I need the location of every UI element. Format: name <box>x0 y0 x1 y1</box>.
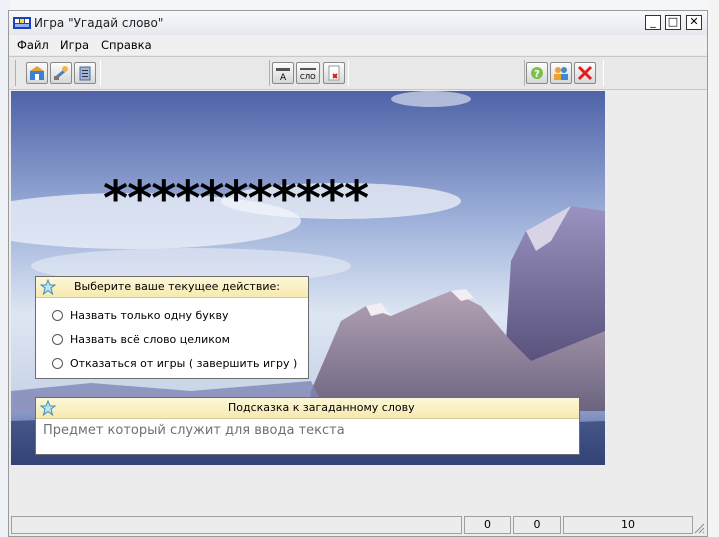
menu-file[interactable]: Файл <box>17 38 49 52</box>
option-give-up-label[interactable]: Отказаться от игры ( завершить игру ) <box>70 357 297 370</box>
maximize-button[interactable]: □ <box>665 15 681 30</box>
players-button[interactable] <box>550 62 572 84</box>
word-button[interactable]: СЛО <box>296 62 320 84</box>
resize-grip-icon[interactable] <box>693 522 705 534</box>
hint-text: Предмет который служит для ввода текста <box>43 423 345 438</box>
app-icon <box>13 17 31 29</box>
status-cell-2: 0 <box>513 516 561 534</box>
action-panel: Выберите ваше текущее действие: Назвать … <box>35 276 309 379</box>
action-panel-title: Выберите ваше текущее действие: <box>74 280 280 293</box>
radio-one-letter[interactable] <box>52 310 63 321</box>
menu-help[interactable]: Справка <box>101 38 152 52</box>
new-game-icon <box>30 66 44 80</box>
new-game-button[interactable] <box>26 62 48 84</box>
status-cell-1: 0 <box>464 516 511 534</box>
tools-button[interactable] <box>50 62 72 84</box>
radio-whole-word[interactable] <box>52 334 63 345</box>
tools-icon <box>54 66 68 80</box>
menu-game[interactable]: Игра <box>60 38 89 52</box>
window-title: Игра "Угадай слово" <box>34 16 164 30</box>
letter-a-icon: A <box>276 68 290 81</box>
status-cell-3: 10 <box>563 516 693 534</box>
svg-text:?: ? <box>534 69 540 80</box>
hint-panel-header: Подсказка к загаданному слову <box>36 398 579 419</box>
toolbar: A СЛО ? <box>9 56 707 90</box>
title-bar[interactable]: Игра "Угадай слово" _ □ ✕ <box>9 11 707 35</box>
star-icon <box>40 279 56 295</box>
hint-icon: ? <box>531 67 543 80</box>
action-panel-header: Выберите ваше текущее действие: <box>36 277 308 298</box>
word-icon: СЛО <box>300 68 316 81</box>
game-window: Игра "Угадай слово" _ □ ✕ Файл Игра Спра… <box>8 10 708 537</box>
status-bar: 0 0 10 <box>9 514 707 536</box>
hint-button[interactable]: ? <box>526 62 548 84</box>
menu-bar: Файл Игра Справка <box>9 35 707 55</box>
exit-button[interactable] <box>574 62 596 84</box>
option-one-letter-label[interactable]: Назвать только одну букву <box>70 309 228 322</box>
radio-give-up[interactable] <box>52 358 63 369</box>
minimize-icon: _ <box>650 15 656 28</box>
clipboard-icon <box>79 66 91 81</box>
close-button[interactable]: ✕ <box>686 15 702 30</box>
close-icon: ✕ <box>689 15 699 28</box>
letter-button[interactable]: A <box>272 62 294 84</box>
desktop-background-top <box>0 0 719 10</box>
svg-text:СЛО: СЛО <box>300 73 316 81</box>
hint-panel: Подсказка к загаданному слову Предмет ко… <box>35 397 580 455</box>
give-up-button[interactable] <box>323 62 345 84</box>
option-whole-word-label[interactable]: Назвать всё слово целиком <box>70 333 230 346</box>
desktop-background-right <box>708 0 719 537</box>
hidden-word-display: *********** <box>103 171 369 227</box>
status-message <box>11 516 462 534</box>
players-icon <box>554 67 568 80</box>
exit-icon <box>577 65 593 81</box>
clipboard-button[interactable] <box>74 62 96 84</box>
svg-text:A: A <box>280 73 287 81</box>
minimize-button[interactable]: _ <box>645 15 661 30</box>
maximize-icon: □ <box>667 15 679 28</box>
hint-panel-title: Подсказка к загаданному слову <box>228 401 415 414</box>
star-icon <box>40 400 56 416</box>
delete-icon <box>328 65 340 81</box>
